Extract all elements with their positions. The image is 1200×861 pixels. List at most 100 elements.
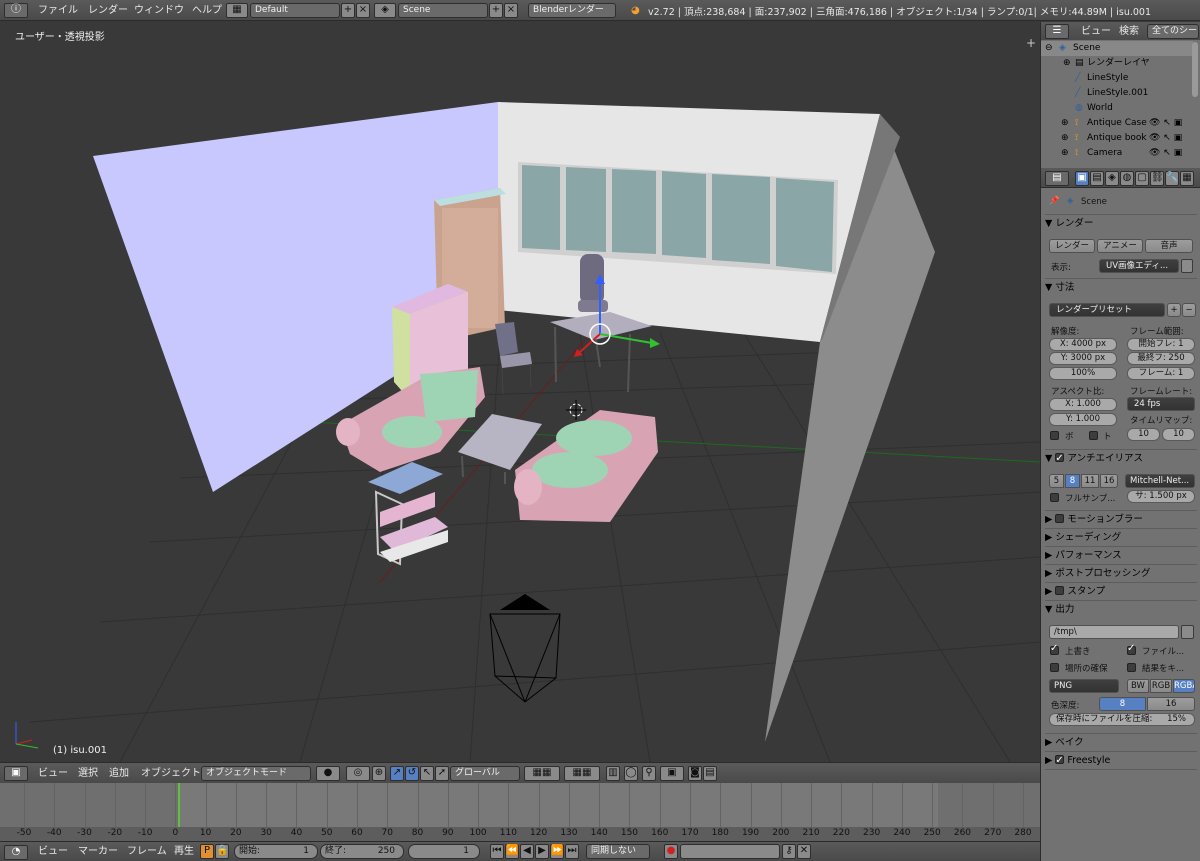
scene-canvas[interactable] — [0, 22, 1040, 762]
outliner-menu-view[interactable]: ビュー — [1079, 24, 1113, 39]
display-dropdown[interactable]: UV画像エディ... — [1099, 259, 1179, 273]
menu-render[interactable]: レンダー — [86, 3, 130, 18]
side-chair[interactable] — [495, 322, 532, 395]
tab-world-icon[interactable]: ◍ — [1120, 171, 1134, 186]
add-preset-icon[interactable]: + — [1167, 303, 1181, 317]
panel-performance[interactable]: ▶ パフォーマンス — [1045, 547, 1197, 564]
delete-keyframe-icon[interactable]: ✕ — [797, 844, 811, 859]
outliner-menu-search[interactable]: 検索 — [1117, 24, 1141, 39]
panel-output[interactable]: ▼ 出力 — [1045, 601, 1197, 618]
resolution-x-field[interactable]: X: 4000 px — [1049, 338, 1117, 351]
panel-antialiasing[interactable]: ▼ アンチエイリアス — [1045, 450, 1197, 467]
menu-help[interactable]: ヘルプ — [190, 3, 224, 18]
record-icon[interactable]: ● — [664, 844, 678, 859]
preview-range-icon[interactable]: P — [200, 844, 214, 859]
play-reverse-icon[interactable]: ◀ — [520, 844, 534, 859]
audio-button[interactable]: 音声 — [1145, 239, 1193, 253]
remap-new-field[interactable]: 10 — [1162, 428, 1195, 441]
vp-menu-view[interactable]: ビュー — [36, 766, 70, 781]
aa-samples-8[interactable]: 8 — [1065, 474, 1080, 488]
lock-layer-icon[interactable]: ▥ — [606, 766, 620, 781]
outliner-item-linestyle-001[interactable]: ╱ LineStyle.001 — [1041, 86, 1193, 101]
panel-stamp[interactable]: ▶ スタンプ — [1045, 583, 1197, 600]
jump-start-icon[interactable]: ⏮ — [490, 844, 504, 859]
frame-step-field[interactable]: フレーム: 1 — [1127, 367, 1195, 380]
output-path-field[interactable]: /tmp\ — [1049, 625, 1179, 639]
tab-layers-icon[interactable]: ▤ — [1090, 171, 1104, 186]
remove-layout-icon[interactable]: × — [356, 3, 370, 18]
view-expand-icon[interactable]: + — [1026, 36, 1036, 50]
scene-dropdown[interactable]: Scene — [398, 3, 488, 18]
panel-motion-blur[interactable]: ▶ モーションブラー — [1045, 511, 1197, 528]
layers-a-icon[interactable]: ▦▦ — [524, 766, 560, 781]
proportional-edit-icon[interactable]: ◯ — [624, 766, 638, 781]
scene-icon[interactable]: ◈ — [374, 3, 396, 18]
antialiasing-checkbox[interactable] — [1055, 450, 1065, 467]
lock-range-icon[interactable]: 🔒 — [215, 844, 229, 859]
play-icon[interactable]: ▶ — [535, 844, 549, 859]
frame-end-field[interactable]: 最終フ: 250 — [1127, 352, 1195, 365]
file-extensions-checkbox[interactable] — [1127, 643, 1136, 655]
outliner-editor-icon[interactable]: ☰ — [1045, 24, 1069, 39]
properties-editor-icon[interactable]: ▤ — [1045, 171, 1069, 186]
panel-shading[interactable]: ▶ シェーディング — [1045, 529, 1197, 546]
file-format-dropdown[interactable]: PNG — [1049, 679, 1119, 693]
tl-menu-marker[interactable]: マーカー — [76, 844, 120, 859]
start-frame-field[interactable]: 開始: 1 — [234, 844, 318, 859]
tab-data-icon[interactable]: ▦ — [1180, 171, 1194, 186]
overwrite-checkbox[interactable] — [1050, 643, 1059, 655]
outliner-item-renderlayer[interactable]: ⊕ ▤ レンダーレイヤ — [1041, 56, 1193, 71]
orientation-dropdown[interactable]: グローバル — [450, 766, 520, 781]
frame-start-field[interactable]: 開始フレ: 1 — [1127, 338, 1195, 351]
insert-keyframe-icon[interactable]: ⚷ — [782, 844, 796, 859]
outliner-item-linestyle[interactable]: ╱ LineStyle — [1041, 71, 1193, 86]
jump-key-forward-icon[interactable]: ⏩ — [550, 844, 564, 859]
rotate-icon[interactable]: ↺ — [405, 766, 419, 781]
jump-key-back-icon[interactable]: ⏪ — [505, 844, 519, 859]
aa-filter-dropdown[interactable]: Mitchell-Net... — [1125, 474, 1195, 488]
aa-samples-5[interactable]: 5 — [1049, 474, 1064, 488]
resolution-y-field[interactable]: Y: 3000 px — [1049, 352, 1117, 365]
keying-set-field[interactable] — [680, 844, 780, 859]
manipulator-toggle-icon[interactable]: ⊕ — [372, 766, 386, 781]
remove-scene-icon[interactable]: × — [504, 3, 518, 18]
aspect-y-field[interactable]: Y: 1.000 — [1049, 413, 1117, 426]
panel-bake[interactable]: ▶ ベイク — [1045, 734, 1197, 751]
motion-blur-checkbox[interactable] — [1055, 514, 1065, 523]
add-scene-icon[interactable]: + — [489, 3, 503, 18]
properties-editor[interactable]: ▤ ▣ ▤ ◈ ◍ ▢ ⛓ 🔧 ▦ 📌 ◈ Scene ▼ レンダー レンダー … — [1040, 168, 1200, 861]
cache-result-checkbox[interactable] — [1127, 663, 1136, 672]
opengl-anim-icon[interactable]: ▤ — [703, 766, 717, 781]
render-button[interactable]: レンダー — [1049, 239, 1095, 253]
panel-freestyle[interactable]: ▶ Freestyle — [1045, 752, 1197, 769]
full-sample-checkbox[interactable] — [1050, 493, 1059, 502]
aa-samples-11[interactable]: 11 — [1081, 474, 1099, 488]
current-frame-cursor[interactable] — [178, 783, 180, 827]
layout-grid-icon[interactable]: ▦ — [226, 3, 248, 18]
remap-old-field[interactable]: 10 — [1127, 428, 1160, 441]
tl-menu-playback[interactable]: 再生 — [172, 844, 196, 859]
shelf-cart[interactable] — [368, 462, 448, 566]
manipulator-space-icon[interactable]: ➚ — [435, 766, 449, 781]
tab-constraints-icon[interactable]: ⛓ — [1150, 171, 1164, 186]
color-depth-16[interactable]: 16 — [1147, 697, 1195, 711]
add-layout-icon[interactable]: + — [341, 3, 355, 18]
pivot-icon[interactable]: ◎ — [346, 766, 370, 781]
browse-folder-icon[interactable] — [1181, 625, 1194, 639]
outliner-filter-dropdown[interactable]: 全てのシーン — [1147, 24, 1199, 39]
menu-file[interactable]: ファイル — [36, 3, 80, 18]
viewport-editor-icon[interactable]: ▣ — [4, 766, 28, 781]
tl-menu-view[interactable]: ビュー — [36, 844, 70, 859]
border-checkbox[interactable] — [1050, 431, 1059, 440]
3d-cursor[interactable] — [566, 400, 586, 420]
stamp-checkbox[interactable] — [1055, 586, 1065, 595]
outliner-item-antique-case[interactable]: ⊕ ⟟ Antique Case 👁 ↖ ▣ — [1041, 116, 1193, 131]
panel-render[interactable]: ▼ レンダー — [1045, 215, 1197, 232]
translate-icon[interactable]: ↗ — [390, 766, 404, 781]
freestyle-checkbox[interactable] — [1055, 752, 1065, 769]
color-mode-rgba[interactable]: RGBA — [1173, 679, 1195, 693]
current-frame-field[interactable]: 1 — [408, 844, 480, 859]
timeline[interactable]: -50 -40 -30 -20 -10 0 10 20 30 40 50 60 70 80 90 100 110… — [0, 783, 1040, 841]
end-frame-field[interactable]: 終了: 250 — [320, 844, 404, 859]
snap-element-icon[interactable]: ▣ — [660, 766, 684, 781]
